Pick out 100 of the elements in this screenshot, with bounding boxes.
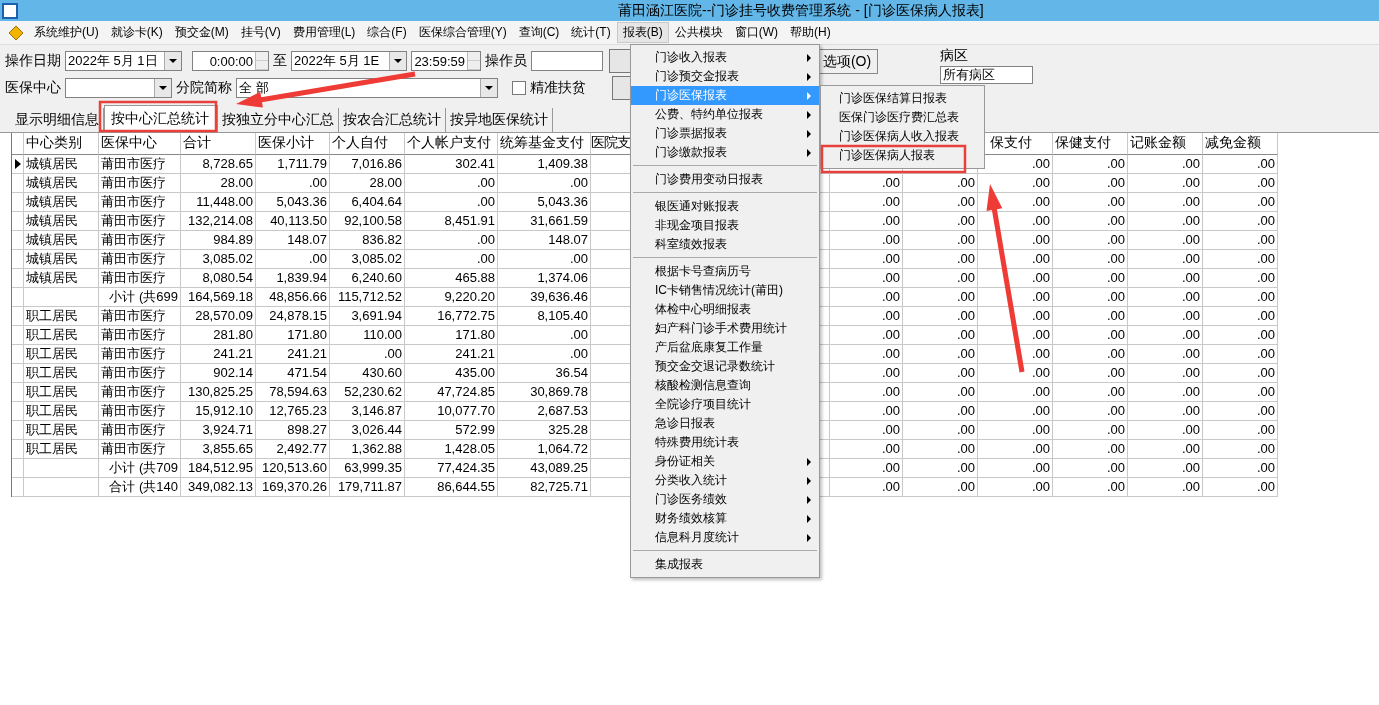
menu-item[interactable]: 门诊医务绩效 — [631, 490, 819, 509]
menu-item[interactable]: 公费、特约单位报表 — [631, 105, 819, 124]
table-cell: 1,839.94 — [256, 269, 330, 288]
menu-item[interactable]: 体检中心明细报表 — [631, 300, 819, 319]
table-cell: .00 — [903, 421, 978, 440]
table-cell: .00 — [978, 421, 1053, 440]
table-cell: 12,765.23 — [256, 402, 330, 421]
date-picker[interactable]: 2022年 5月 1E — [291, 51, 407, 71]
table-cell: .00 — [1128, 288, 1203, 307]
tab[interactable]: 按异地医保统计 — [446, 108, 553, 132]
date-picker[interactable]: 2022年 5月 1日 — [65, 51, 182, 71]
menu-item[interactable]: 公共模块 — [668, 22, 729, 43]
table-cell: .00 — [1053, 402, 1128, 421]
table-cell: .00 — [830, 459, 903, 478]
menu-item[interactable]: 信息科月度统计 — [631, 528, 819, 547]
table-cell: 职工居民 — [24, 345, 99, 364]
field-label: 操作日期 — [5, 52, 61, 70]
menu-item[interactable]: 统计(T) — [565, 22, 617, 43]
menu-item[interactable]: 根据卡号查病历号 — [631, 262, 819, 281]
time-field[interactable]: 0:00:00 — [192, 51, 269, 71]
field-label: 至 — [273, 52, 287, 70]
menu-item[interactable]: 帮助(H) — [784, 22, 837, 43]
table-cell: .00 — [1203, 383, 1278, 402]
table-cell: 110.00 — [330, 326, 405, 345]
tab[interactable]: 按独立分中心汇总 — [218, 108, 339, 132]
menu-item[interactable]: 集成报表 — [631, 555, 819, 574]
column-header: 医保中心 — [99, 133, 181, 155]
table-cell: .00 — [1128, 440, 1203, 459]
table-cell: 82,725.71 — [498, 478, 591, 497]
menu-item[interactable]: 系统维护(U) — [28, 22, 105, 43]
table-cell: 10,077.70 — [405, 402, 498, 421]
menu-item[interactable]: 门诊收入报表 — [631, 48, 819, 67]
table-cell: 465.88 — [405, 269, 498, 288]
menu-item[interactable]: 门诊预交金报表 — [631, 67, 819, 86]
menu-item[interactable]: 全院诊疗项目统计 — [631, 395, 819, 414]
table-cell: 城镇居民 — [24, 212, 99, 231]
menu-item[interactable]: 门诊医保结算日报表 — [821, 89, 984, 108]
menu-item[interactable]: 就诊卡(K) — [104, 22, 169, 43]
menu-item[interactable]: 门诊费用变动日报表 — [631, 170, 819, 189]
table-cell: 5,043.36 — [256, 193, 330, 212]
menu-item[interactable]: IC卡销售情况统计(莆田) — [631, 281, 819, 300]
table-cell: 2,687.53 — [498, 402, 591, 421]
column-header: 保健支付 — [1053, 133, 1128, 155]
menu-item[interactable]: 医保门诊医疗费汇总表 — [821, 108, 984, 127]
tab[interactable]: 按农合汇总统计 — [339, 108, 446, 132]
row-header[interactable] — [12, 155, 24, 174]
menu-item[interactable]: 分类收入统计 — [631, 471, 819, 490]
time-field[interactable]: 23:59:59 — [411, 51, 481, 71]
tab[interactable]: 按中心汇总统计 — [104, 105, 218, 132]
menu-item[interactable]: 特殊费用统计表 — [631, 433, 819, 452]
checkbox[interactable] — [512, 81, 526, 95]
menu-item[interactable]: 报表(B) — [616, 22, 669, 43]
table-cell: 52,230.62 — [330, 383, 405, 402]
table-cell: .00 — [903, 212, 978, 231]
table-cell: 莆田市医疗 — [99, 174, 181, 193]
table-cell: 898.27 — [256, 421, 330, 440]
table-cell: .00 — [256, 250, 330, 269]
table-cell: .00 — [1128, 459, 1203, 478]
menu-item[interactable]: 身份证相关 — [631, 452, 819, 471]
menu-item[interactable]: 核酸检测信息查询 — [631, 376, 819, 395]
menu-item[interactable]: 产后盆底康复工作量 — [631, 338, 819, 357]
table-cell: .00 — [830, 307, 903, 326]
menu-item[interactable]: 医保综合管理(Y) — [412, 22, 513, 43]
table-cell: 48,856.66 — [256, 288, 330, 307]
table-cell: .00 — [498, 174, 591, 193]
table-cell: 8,080.54 — [181, 269, 256, 288]
menu-item[interactable]: 非现金项目报表 — [631, 216, 819, 235]
table-cell: .00 — [1053, 307, 1128, 326]
menu-item[interactable]: 预交金(M) — [168, 22, 235, 43]
menu-item[interactable]: 预交金交退记录数统计 — [631, 357, 819, 376]
table-cell: .00 — [498, 326, 591, 345]
ward-field[interactable]: 所有病区 — [940, 66, 1033, 84]
table-cell: 城镇居民 — [24, 155, 99, 174]
menu-item[interactable]: 查询(C) — [512, 22, 566, 43]
column-header: 中心类别 — [24, 133, 99, 155]
menu-item[interactable]: 窗口(W) — [728, 22, 784, 43]
table-cell: 5,043.36 — [498, 193, 591, 212]
table-cell: 164,569.18 — [181, 288, 256, 307]
table-cell: 325.28 — [498, 421, 591, 440]
table-cell: 6,404.64 — [330, 193, 405, 212]
table-cell: .00 — [330, 345, 405, 364]
center-dropdown[interactable] — [65, 78, 172, 98]
table-cell: .00 — [1128, 364, 1203, 383]
menu-item[interactable]: 挂号(V) — [234, 22, 287, 43]
table-cell: .00 — [1128, 269, 1203, 288]
menu-item[interactable]: 费用管理(L) — [286, 22, 362, 43]
table-cell: .00 — [405, 231, 498, 250]
table-cell: 城镇居民 — [24, 269, 99, 288]
operator-field[interactable] — [531, 51, 603, 71]
menu-item[interactable]: 急诊日报表 — [631, 414, 819, 433]
table-cell: .00 — [903, 250, 978, 269]
table-cell: .00 — [903, 440, 978, 459]
menu-item[interactable]: 科室绩效报表 — [631, 235, 819, 254]
menu-item[interactable]: 银医通对账报表 — [631, 197, 819, 216]
table-cell: .00 — [498, 250, 591, 269]
menu-item[interactable]: 妇产科门诊手术费用统计 — [631, 319, 819, 338]
table-cell: .00 — [1203, 174, 1278, 193]
table-cell: 9,220.20 — [405, 288, 498, 307]
menu-item[interactable]: 财务绩效核算 — [631, 509, 819, 528]
menu-item[interactable]: 综合(F) — [361, 22, 413, 43]
